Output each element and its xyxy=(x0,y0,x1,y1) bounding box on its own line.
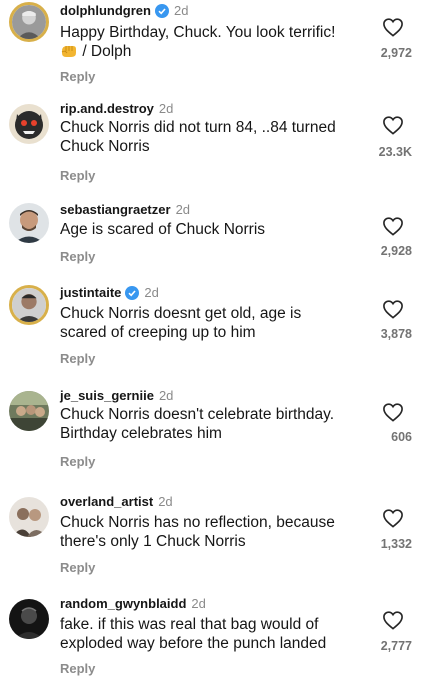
like-heart-icon[interactable] xyxy=(382,17,404,37)
comment-list: dolphlundgren 2d Happy Birthday, Chuck. … xyxy=(0,0,423,684)
avatar[interactable] xyxy=(9,285,49,325)
comment-item: rip.and.destroy 2d Chuck Norris did not … xyxy=(0,98,423,190)
reply-button[interactable]: Reply xyxy=(60,69,95,84)
comment-meta: overland_artist 2d xyxy=(60,494,173,509)
comment-meta: random_gwynblaidd 2d xyxy=(60,596,206,611)
comment-text-line: scared of creeping up to him xyxy=(60,324,256,341)
verified-badge-icon xyxy=(154,3,169,18)
comment-text-line: Chuck Norris xyxy=(60,138,150,155)
username[interactable]: overland_artist xyxy=(60,494,153,509)
comment-text-line: Chuck Norris doesn't celebrate birthday. xyxy=(60,406,335,423)
username[interactable]: sebastiangraetzer xyxy=(60,202,171,217)
timestamp: 2d xyxy=(158,388,174,403)
reply-button[interactable]: Reply xyxy=(60,560,95,575)
like-count: 3,878 xyxy=(380,327,412,341)
timestamp: 2d xyxy=(144,285,159,300)
like-count: 23.3K xyxy=(378,145,412,159)
comment-text-line: Chuck Norris did not turn 84, ..84 turne… xyxy=(60,119,336,136)
avatar[interactable] xyxy=(9,2,49,42)
reply-button[interactable]: Reply xyxy=(60,351,95,366)
like-count: 2,777 xyxy=(380,639,412,653)
comment-text: Chuck Norris doesnt get old, age is scar… xyxy=(60,304,365,342)
comment-meta: rip.and.destroy 2d xyxy=(60,101,173,116)
comment-item: dolphlundgren 2d Happy Birthday, Chuck. … xyxy=(0,0,423,92)
avatar[interactable] xyxy=(9,599,49,639)
comment-text-line: there's only 1 Chuck Norris xyxy=(60,533,246,550)
comment-text: Age is scared of Chuck Norris xyxy=(60,220,365,239)
timestamp: 2d xyxy=(158,101,174,116)
comment-item: justintaite 2d Chuck Norris doesnt get o… xyxy=(0,282,423,374)
comment-text: Chuck Norris doesn't celebrate birthday.… xyxy=(60,405,365,443)
username[interactable]: justintaite xyxy=(60,285,121,300)
timestamp: 2d xyxy=(173,3,189,18)
comment-text-line: Happy Birthday, Chuck. You look terrific… xyxy=(60,24,336,41)
comment-meta: sebastiangraetzer 2d xyxy=(60,202,190,217)
avatar[interactable] xyxy=(9,497,49,537)
like-heart-icon[interactable] xyxy=(382,299,404,319)
comment-signature: / Dolph xyxy=(82,43,132,60)
comment-text-line: Age is scared of Chuck Norris xyxy=(60,221,266,238)
username[interactable]: rip.and.destroy xyxy=(60,101,154,116)
like-count: 2,972 xyxy=(380,46,412,60)
timestamp: 2d xyxy=(191,596,206,611)
reply-button[interactable]: Reply xyxy=(60,168,95,183)
like-heart-icon[interactable] xyxy=(382,508,404,528)
username[interactable]: dolphlundgren xyxy=(60,3,151,18)
comment-text: Chuck Norris has no reflection, because … xyxy=(60,513,365,551)
comment-text-line: / Dolph xyxy=(60,42,365,61)
comment-text: Chuck Norris did not turn 84, ..84 turne… xyxy=(60,118,365,156)
reply-button[interactable]: Reply xyxy=(60,249,95,264)
comment-text: Happy Birthday, Chuck. You look terrific… xyxy=(60,23,365,61)
comment-text-line: Chuck Norris has no reflection, because xyxy=(60,514,335,531)
comment-item: sebastiangraetzer 2d Age is scared of Ch… xyxy=(0,197,423,272)
like-count: 606 xyxy=(391,430,412,444)
comment-text-line: fake. if this was real that bag would of xyxy=(60,616,319,633)
like-heart-icon[interactable] xyxy=(382,610,404,630)
comment-item: random_gwynblaidd 2d fake. if this was r… xyxy=(0,593,423,684)
avatar[interactable] xyxy=(9,104,49,144)
avatar[interactable] xyxy=(9,391,49,431)
reply-button[interactable]: Reply xyxy=(60,454,95,469)
like-count: 1,332 xyxy=(380,537,412,551)
comment-meta: je_suis_gerniie 2d xyxy=(60,388,173,403)
comment-item: overland_artist 2d Chuck Norris has no r… xyxy=(0,491,423,583)
comment-text-line: exploded way before the punch landed xyxy=(60,635,327,652)
reply-button[interactable]: Reply xyxy=(60,661,95,676)
like-heart-icon[interactable] xyxy=(382,402,404,422)
comment-meta: dolphlundgren 2d xyxy=(60,3,188,18)
comment-item: je_suis_gerniie 2d Chuck Norris doesn't … xyxy=(0,385,423,477)
like-count: 2,928 xyxy=(380,244,412,258)
like-heart-icon[interactable] xyxy=(382,216,404,236)
timestamp: 2d xyxy=(158,494,173,509)
comment-text-line: Birthday celebrates him xyxy=(60,425,222,442)
timestamp: 2d xyxy=(175,202,191,217)
comment-text: fake. if this was real that bag would of… xyxy=(60,615,365,653)
avatar[interactable] xyxy=(9,203,49,243)
like-heart-icon[interactable] xyxy=(382,115,404,135)
verified-badge-icon xyxy=(125,285,140,300)
comment-text-line: Chuck Norris doesnt get old, age is xyxy=(60,305,302,322)
username[interactable]: je_suis_gerniie xyxy=(60,388,154,403)
comment-meta: justintaite 2d xyxy=(60,285,159,300)
username[interactable]: random_gwynblaidd xyxy=(60,596,186,611)
fist-emoji-icon xyxy=(60,43,78,59)
